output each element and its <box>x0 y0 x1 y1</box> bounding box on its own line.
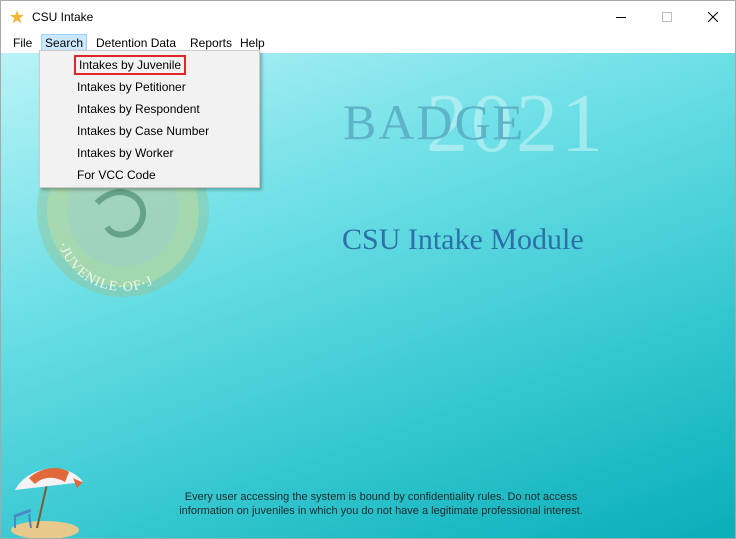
close-icon <box>708 12 718 22</box>
menu-item-label: Intakes by Worker <box>77 146 174 160</box>
module-title: CSU Intake Module <box>342 223 584 256</box>
close-button[interactable] <box>690 1 735 33</box>
star-icon <box>10 10 24 24</box>
menu-file[interactable]: File <box>10 34 35 52</box>
confidentiality-line-1: Every user accessing the system is bound… <box>184 491 578 503</box>
confidentiality-notice: Every user accessing the system is bound… <box>121 490 641 518</box>
app-window: CSU Intake File Search Detention Data Re… <box>0 0 736 539</box>
maximize-button[interactable] <box>644 1 690 33</box>
minimize-button[interactable] <box>598 1 644 33</box>
window-title: CSU Intake <box>32 10 94 24</box>
banner-badge: BADGE <box>343 94 526 150</box>
maximize-icon <box>662 12 672 22</box>
confidentiality-line-2: information on juveniles in which you do… <box>179 505 583 517</box>
menu-item-for-vcc-code[interactable]: For VCC Code <box>41 164 258 186</box>
menu-item-label: Intakes by Juvenile <box>73 55 187 75</box>
minimize-icon <box>616 17 626 18</box>
menu-item-intakes-by-petitioner[interactable]: Intakes by Petitioner <box>41 76 258 98</box>
menu-item-intakes-by-case-number[interactable]: Intakes by Case Number <box>41 120 258 142</box>
menu-item-intakes-by-respondent[interactable]: Intakes by Respondent <box>41 98 258 120</box>
menu-item-label: Intakes by Case Number <box>77 124 210 138</box>
beach-umbrella-icon <box>11 468 83 538</box>
menu-item-intakes-by-juvenile[interactable]: Intakes by Juvenile <box>41 54 258 76</box>
search-dropdown-menu: Intakes by Juvenile Intakes by Petitione… <box>39 50 260 188</box>
menu-item-label: Intakes by Respondent <box>77 102 200 116</box>
menu-item-label: Intakes by Petitioner <box>77 80 186 94</box>
menu-item-intakes-by-worker[interactable]: Intakes by Worker <box>41 142 258 164</box>
title-bar[interactable]: CSU Intake <box>1 1 735 33</box>
menu-item-label: For VCC Code <box>77 168 156 182</box>
